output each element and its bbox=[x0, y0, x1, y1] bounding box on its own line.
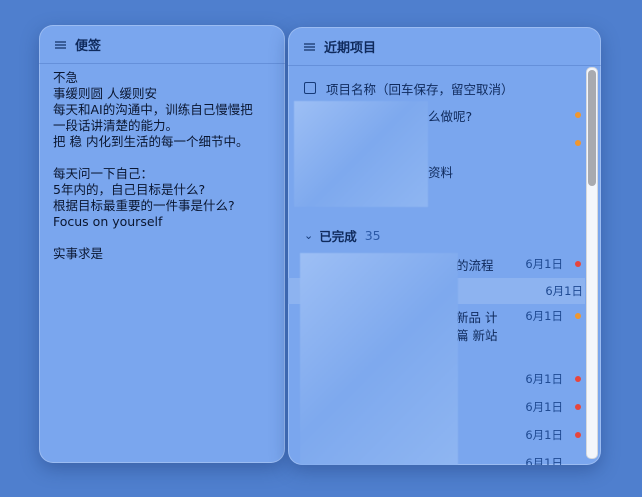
menu-icon[interactable] bbox=[55, 40, 66, 49]
note-line bbox=[53, 230, 271, 246]
menu-icon[interactable] bbox=[304, 42, 315, 51]
item-date: 6月1日 bbox=[545, 284, 583, 298]
item-date: 6月1日 bbox=[525, 257, 563, 271]
item-date: 6月1日 bbox=[525, 309, 563, 323]
priority-dot bbox=[575, 112, 581, 118]
note-line: 一段话讲清楚的能力。 bbox=[53, 118, 179, 133]
notes-textarea[interactable]: 不急 事缓则圆 人缓则安 每天和AI的沟通中，训练自己慢慢把 一段话讲清楚的能力… bbox=[39, 64, 285, 262]
notes-panel: 便签 不急 事缓则圆 人缓则安 每天和AI的沟通中，训练自己慢慢把 一段话讲清楚… bbox=[39, 25, 285, 463]
chevron-down-icon: ⌄ bbox=[304, 229, 314, 242]
recent-title: 近期项目 bbox=[324, 40, 377, 56]
priority-dot bbox=[575, 432, 581, 438]
item-date: 6月1日 bbox=[525, 456, 563, 465]
scrollbar-thumb[interactable] bbox=[588, 70, 596, 186]
redacted-content bbox=[300, 253, 458, 465]
scrollbar[interactable] bbox=[586, 67, 598, 459]
note-line: 实事求是 bbox=[53, 246, 104, 261]
item-text: 新品 计 bbox=[456, 310, 498, 325]
item-text-line2: 篇 新站 bbox=[456, 328, 498, 343]
item-date: 6月1日 bbox=[525, 372, 563, 386]
section-title: 已完成 bbox=[319, 229, 357, 244]
note-line: 根据目标最重要的一件事是什么? bbox=[53, 198, 235, 213]
recent-projects-panel: 近期项目 项目名称（回车保存，留空取消） 么做呢? 资料 ⌄ 已完成 35 的流… bbox=[288, 27, 601, 465]
note-line: 每天和AI的沟通中，训练自己慢慢把 bbox=[53, 102, 253, 117]
item-date: 6月1日 bbox=[525, 428, 563, 442]
new-project-placeholder: 项目名称（回车保存，留空取消） bbox=[326, 81, 514, 97]
item-text: 的流程 bbox=[456, 257, 494, 273]
section-count: 35 bbox=[364, 228, 381, 243]
item-text: 资料 bbox=[428, 164, 454, 180]
priority-dot bbox=[575, 313, 581, 319]
recent-header: 近期项目 bbox=[288, 27, 601, 66]
new-project-input[interactable]: 项目名称（回车保存，留空取消） bbox=[288, 78, 601, 98]
note-line: 把 稳 内化到生活的每一个细节中。 bbox=[53, 134, 249, 149]
note-line bbox=[53, 150, 271, 166]
redacted-content bbox=[294, 101, 428, 207]
item-date: 6月1日 bbox=[525, 400, 563, 414]
priority-dot bbox=[575, 261, 581, 267]
item-text: 么做呢? bbox=[428, 108, 473, 124]
note-line: Focus on yourself bbox=[53, 214, 163, 229]
note-line: 事缓则圆 人缓则安 bbox=[53, 86, 157, 101]
note-line: 不急 bbox=[53, 70, 79, 85]
priority-dot bbox=[575, 376, 581, 382]
note-line: 5年内的，自己目标是什么? bbox=[53, 182, 206, 197]
notes-title: 便签 bbox=[75, 38, 102, 54]
checkbox-icon[interactable] bbox=[304, 82, 316, 94]
notes-header: 便签 bbox=[39, 25, 285, 64]
priority-dot bbox=[575, 404, 581, 410]
completed-section-header[interactable]: ⌄ 已完成 35 bbox=[304, 226, 381, 245]
priority-dot bbox=[575, 140, 581, 146]
note-line: 每天问一下自己： bbox=[53, 166, 154, 181]
